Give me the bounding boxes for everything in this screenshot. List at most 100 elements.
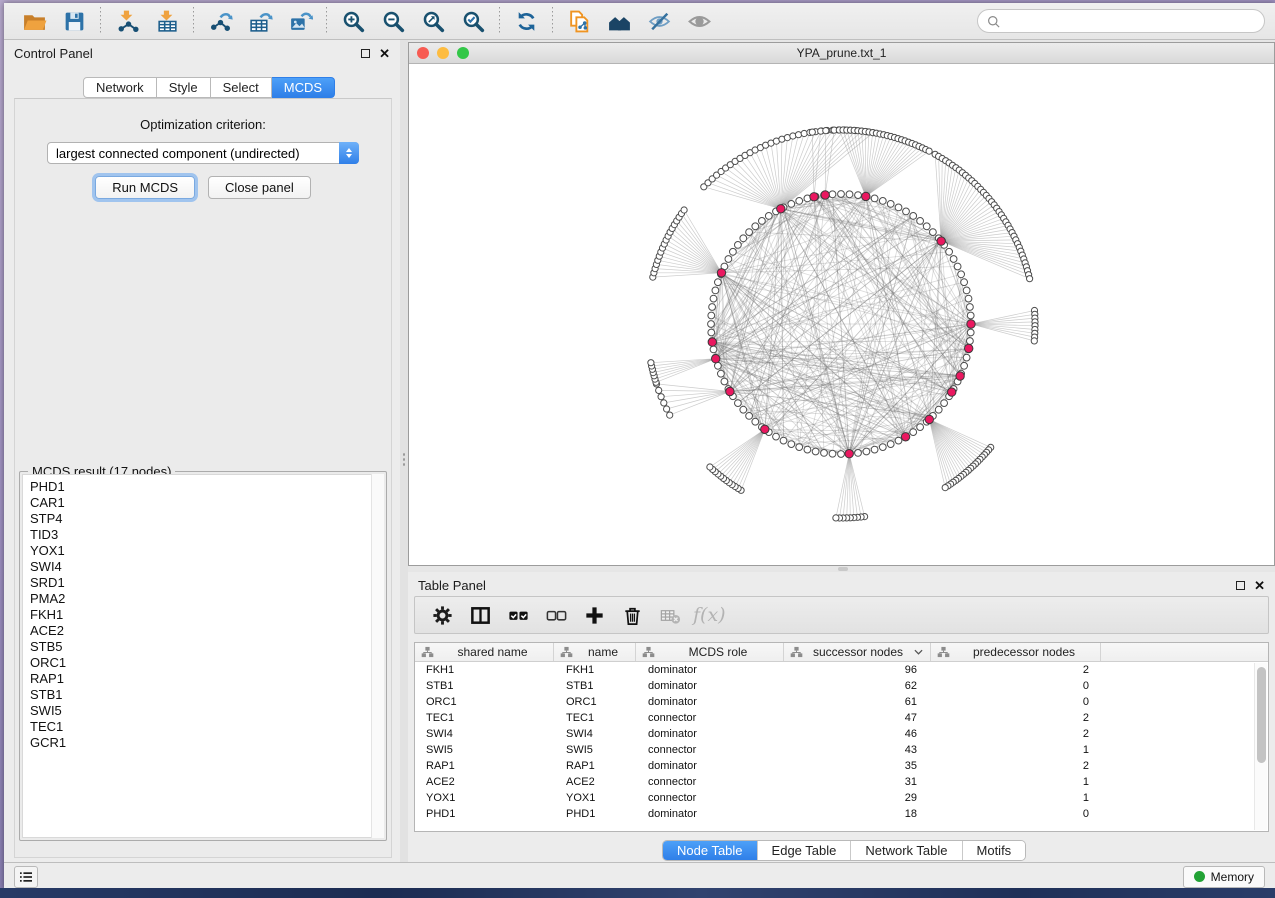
refresh-layout-button[interactable] xyxy=(506,6,546,36)
export-image-button[interactable] xyxy=(280,6,320,36)
graph-hub-node[interactable] xyxy=(925,415,933,423)
graph-leaf-node[interactable] xyxy=(661,400,667,406)
graph-hub-node[interactable] xyxy=(965,344,973,352)
zoom-out-button[interactable] xyxy=(373,6,413,36)
graph-hub-node[interactable] xyxy=(862,192,870,200)
graph-leaf-node[interactable] xyxy=(664,406,670,412)
table-scrollbar-thumb[interactable] xyxy=(1257,667,1266,763)
export-network-button[interactable] xyxy=(200,6,240,36)
tab-network-table[interactable]: Network Table xyxy=(851,841,962,860)
graph-node[interactable] xyxy=(879,444,886,451)
tab-node-table[interactable]: Node Table xyxy=(663,841,758,860)
graph-node[interactable] xyxy=(740,406,747,413)
task-history-button[interactable] xyxy=(14,866,38,888)
graph-node[interactable] xyxy=(935,406,942,413)
save-session-button[interactable] xyxy=(54,6,94,36)
graph-node[interactable] xyxy=(710,295,717,302)
float-panel-icon[interactable] xyxy=(361,49,370,58)
new-network-from-selection-button[interactable] xyxy=(559,6,599,36)
run-mcds-button[interactable]: Run MCDS xyxy=(95,176,195,199)
table-scrollbar[interactable] xyxy=(1254,663,1267,830)
graph-node[interactable] xyxy=(967,304,974,311)
graph-node[interactable] xyxy=(765,213,772,220)
delete-button[interactable] xyxy=(613,600,651,630)
result-list-scrollbar[interactable] xyxy=(371,474,384,838)
graph-leaf-node[interactable] xyxy=(707,464,713,470)
graph-hub-node[interactable] xyxy=(937,237,945,245)
show-all-button[interactable] xyxy=(679,6,719,36)
graph-node[interactable] xyxy=(946,248,953,255)
vertical-splitter[interactable] xyxy=(400,40,408,862)
graph-node[interactable] xyxy=(796,444,803,451)
table-row[interactable]: RAP1RAP1dominator352 xyxy=(415,758,1268,774)
graph-hub-node[interactable] xyxy=(810,193,818,201)
graph-hub-node[interactable] xyxy=(777,205,785,213)
graph-hub-node[interactable] xyxy=(712,355,720,363)
graph-node[interactable] xyxy=(903,208,910,215)
graph-leaf-node[interactable] xyxy=(681,207,687,213)
criterion-dropdown[interactable]: largest connected component (undirected) xyxy=(47,142,359,164)
close-table-panel-icon[interactable]: ✕ xyxy=(1254,579,1265,592)
column-header-MCDS-role[interactable]: MCDS role xyxy=(636,643,784,661)
graph-node[interactable] xyxy=(730,248,737,255)
graph-node[interactable] xyxy=(855,192,862,199)
graph-node[interactable] xyxy=(812,448,819,455)
graph-node[interactable] xyxy=(967,329,974,336)
graph-node[interactable] xyxy=(752,418,759,425)
graph-leaf-node[interactable] xyxy=(833,515,839,521)
graph-node[interactable] xyxy=(923,223,930,230)
graph-leaf-node[interactable] xyxy=(801,130,807,136)
graph-hub-node[interactable] xyxy=(708,338,716,346)
graph-node[interactable] xyxy=(829,191,836,198)
graph-node[interactable] xyxy=(829,450,836,457)
graph-hub-node[interactable] xyxy=(845,450,853,458)
column-header-predecessor-nodes[interactable]: predecessor nodes xyxy=(931,643,1101,661)
graph-node[interactable] xyxy=(746,413,753,420)
graph-node[interactable] xyxy=(910,429,917,436)
graph-node[interactable] xyxy=(735,242,742,249)
graph-node[interactable] xyxy=(710,346,717,353)
graph-node[interactable] xyxy=(715,279,722,286)
graph-node[interactable] xyxy=(917,424,924,431)
graph-node[interactable] xyxy=(855,450,862,457)
graph-node[interactable] xyxy=(708,312,715,319)
graph-node[interactable] xyxy=(917,218,924,225)
graph-leaf-node[interactable] xyxy=(648,360,654,366)
select-all-button[interactable] xyxy=(499,600,537,630)
graph-node[interactable] xyxy=(965,295,972,302)
graph-node[interactable] xyxy=(708,321,715,328)
graph-node[interactable] xyxy=(740,235,747,242)
graph-node[interactable] xyxy=(721,378,728,385)
graph-node[interactable] xyxy=(746,229,753,236)
graph-node[interactable] xyxy=(954,263,961,270)
close-panel-button[interactable]: Close panel xyxy=(208,176,311,199)
table-row[interactable]: SWI5SWI5connector431 xyxy=(415,742,1268,758)
graph-hub-node[interactable] xyxy=(948,388,956,396)
graph-leaf-node[interactable] xyxy=(656,387,662,393)
graph-node[interactable] xyxy=(887,201,894,208)
graph-node[interactable] xyxy=(967,312,974,319)
graph-leaf-node[interactable] xyxy=(795,132,801,138)
graph-node[interactable] xyxy=(838,191,845,198)
graph-node[interactable] xyxy=(963,287,970,294)
graph-leaf-node[interactable] xyxy=(1027,276,1033,282)
graph-node[interactable] xyxy=(961,279,968,286)
graph-node[interactable] xyxy=(887,441,894,448)
graph-node[interactable] xyxy=(941,400,948,407)
graph-node[interactable] xyxy=(895,204,902,211)
first-neighbors-button[interactable] xyxy=(599,6,639,36)
column-header-successor-nodes[interactable]: successor nodes xyxy=(784,643,931,661)
table-row[interactable]: STB1STB1dominator620 xyxy=(415,678,1268,694)
attributes-button[interactable] xyxy=(423,600,461,630)
search-input[interactable] xyxy=(1001,14,1256,28)
table-row[interactable]: PHD1PHD1dominator180 xyxy=(415,806,1268,822)
zoom-selected-button[interactable] xyxy=(453,6,493,36)
graph-node[interactable] xyxy=(871,446,878,453)
graph-node[interactable] xyxy=(735,400,742,407)
graph-node[interactable] xyxy=(879,198,886,205)
graph-node[interactable] xyxy=(804,446,811,453)
graph-node[interactable] xyxy=(725,256,732,263)
graph-node[interactable] xyxy=(780,437,787,444)
table-row[interactable]: SWI4SWI4dominator462 xyxy=(415,726,1268,742)
tab-edge-table[interactable]: Edge Table xyxy=(758,841,852,860)
